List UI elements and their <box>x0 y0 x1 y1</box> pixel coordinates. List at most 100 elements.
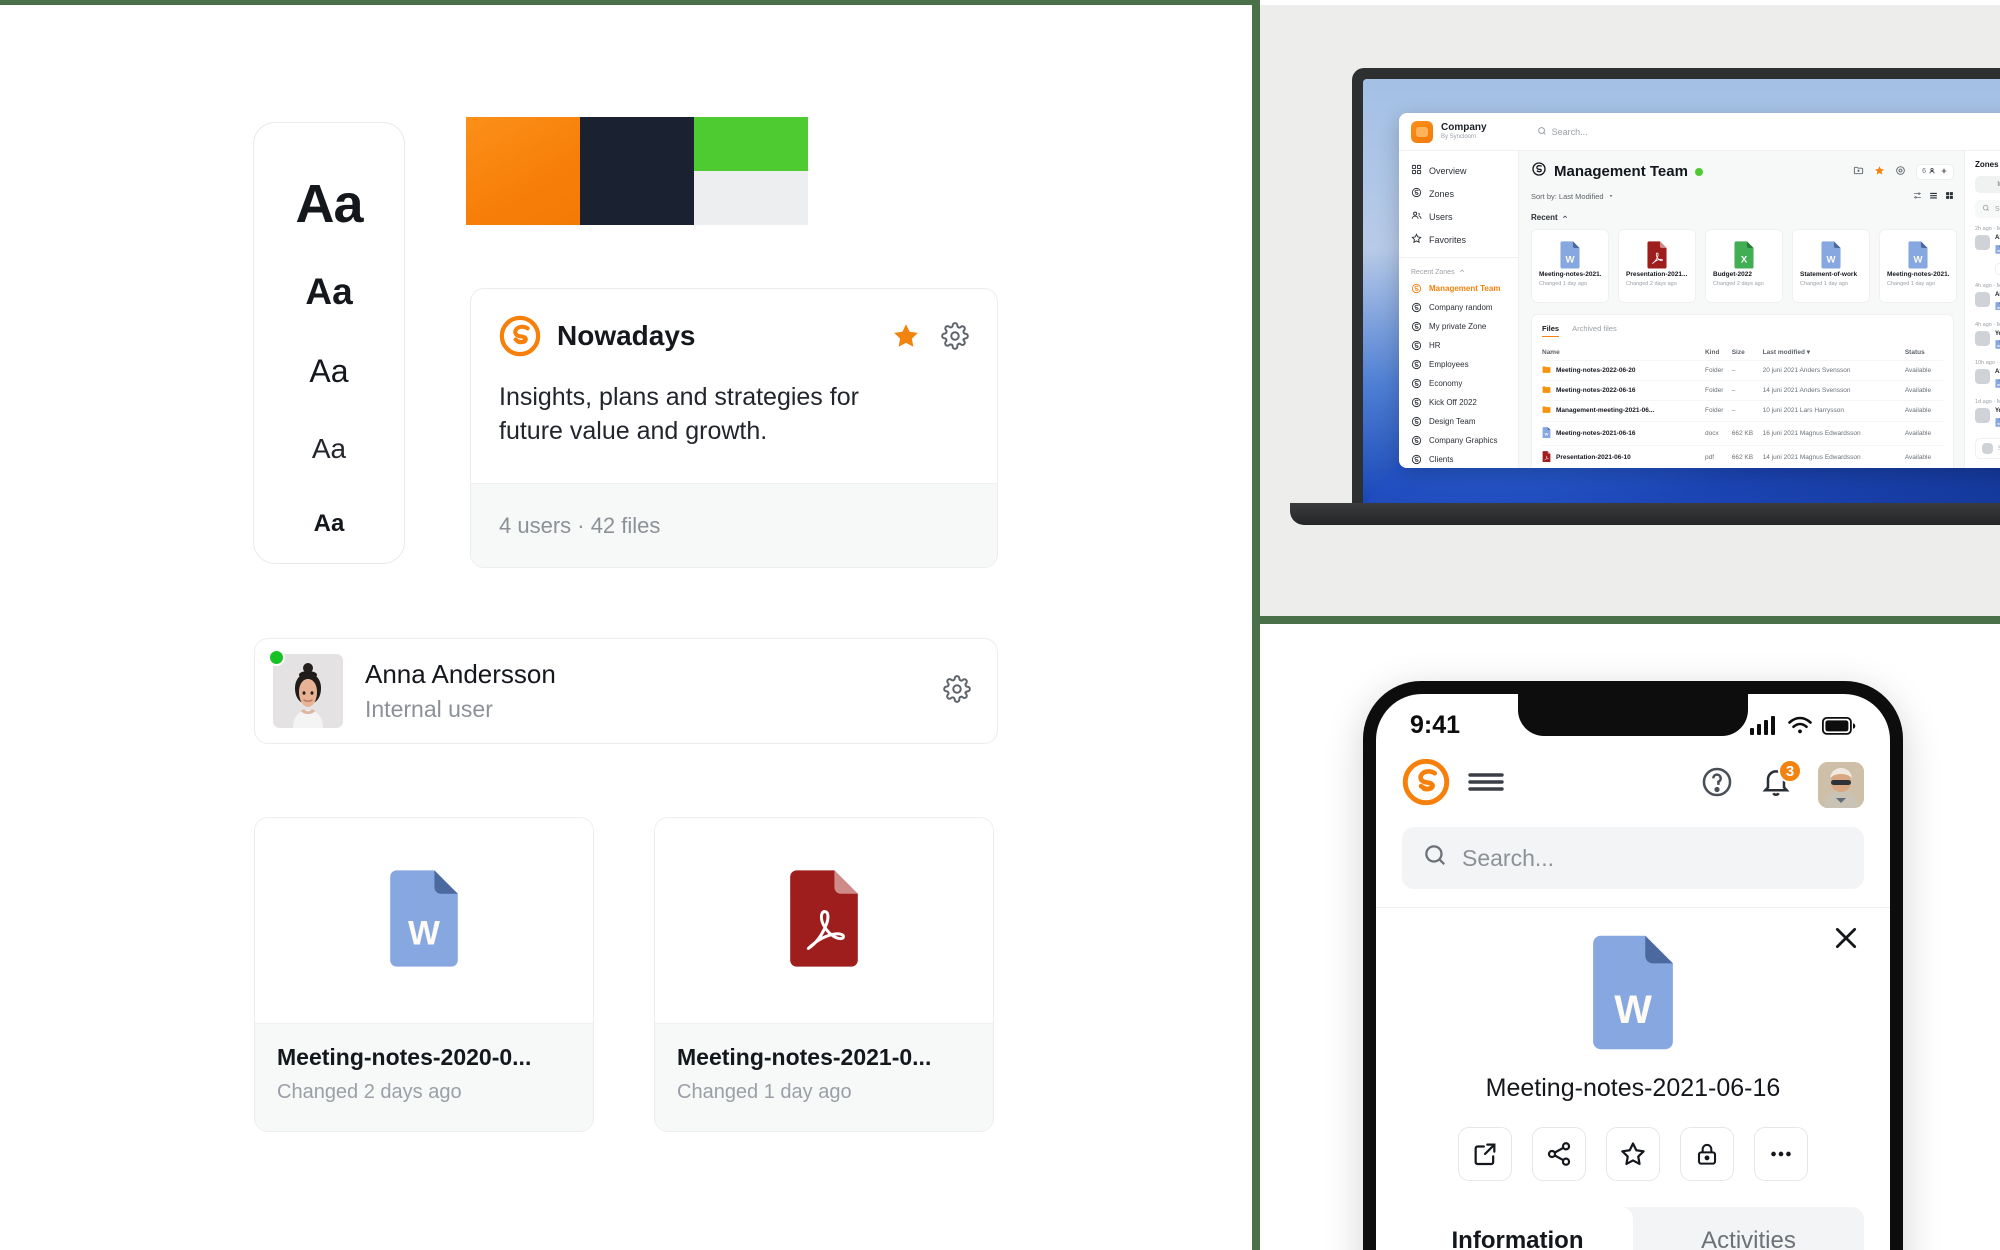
notifications-bell[interactable]: 3 <box>1760 759 1802 803</box>
tab-information[interactable]: Information <box>1402 1207 1633 1250</box>
sidebar-zone-item[interactable]: My private Zone <box>1399 317 1518 336</box>
file-card[interactable]: W Meeting-notes-2020-0... Changed 2 days… <box>254 817 594 1132</box>
zone-card-header: Nowadays <box>499 315 969 357</box>
activity-row: Anders Hansson modified the file W Meeti… <box>1975 291 2000 314</box>
activity-item[interactable]: 4h ago · Management Team Anders Hansson … <box>1975 283 2000 314</box>
activity-item[interactable]: 4h ago · Management Team You modified th… <box>1975 322 2000 353</box>
activity-meta: 4h ago · Management Team <box>1975 321 2000 328</box>
table-column-header[interactable]: Name <box>1542 344 1705 361</box>
share-icon[interactable] <box>1532 1127 1586 1181</box>
activity-item[interactable]: 2h ago · Management Team Axel Andrén mod… <box>1975 226 2000 275</box>
star-icon[interactable] <box>891 321 921 351</box>
table-header-row: Name Kind Size Last modified ▾ Status <box>1542 344 1943 361</box>
sidebar-zone-item[interactable]: HR <box>1399 336 1518 355</box>
sidebar-zone-item[interactable]: Company Graphics <box>1399 431 1518 450</box>
sidebar-item-zones[interactable]: Zones <box>1399 182 1518 205</box>
recent-file-card[interactable]: Presentation-2021... Changed 2 days ago <box>1618 229 1696 303</box>
lock-icon[interactable] <box>1680 1127 1734 1181</box>
zone-icon <box>1411 283 1422 294</box>
activity-file[interactable]: W Meeting-notes-2021-06-... <box>1995 379 2000 391</box>
table-column-header[interactable]: Status <box>1905 344 1943 361</box>
add-member-icon[interactable] <box>1940 167 1948 177</box>
filter-icon[interactable] <box>1913 191 1922 202</box>
sidebar-zone-item[interactable]: Management Team <box>1399 279 1518 298</box>
user-meta: Anna Andersson Internal user <box>365 659 943 723</box>
svg-text:X: X <box>1741 254 1748 265</box>
activity-item[interactable]: 1d ago · Management Team You uploaded th… <box>1975 399 2000 430</box>
activity-file[interactable]: W Meeting-notes-2021-06-... <box>1995 301 2000 314</box>
syncloom-logo-icon[interactable] <box>1402 758 1450 811</box>
recent-file-card[interactable]: X Budget-2022 Changed 2 days ago <box>1705 229 1783 303</box>
members-chip[interactable]: 6 <box>1916 163 1954 180</box>
avatar[interactable] <box>1818 761 1864 808</box>
tab-activities[interactable]: Activities <box>1633 1207 1864 1250</box>
activity-meta: 10h ago · Management Team <box>1975 360 2000 367</box>
file-changed: Changed 2 days ago <box>1626 281 1677 287</box>
file-card[interactable]: Meeting-notes-2021-0... Changed 1 day ag… <box>654 817 994 1132</box>
chevron-up-icon[interactable] <box>1459 268 1465 276</box>
swatch-dark <box>580 117 694 225</box>
tab-information[interactable]: Information <box>1977 178 2000 191</box>
recent-file-card[interactable]: W Meeting-notes-2021... Changed 1 day ag… <box>1531 229 1609 303</box>
sidebar-item-overview[interactable]: Overview <box>1399 159 1518 182</box>
tab-archived-files[interactable]: Archived files <box>1572 324 1617 337</box>
activity-search[interactable]: Search... <box>1975 200 2000 218</box>
recent-file-card[interactable]: W Meeting-notes-2021... Changed 1 day ag… <box>1879 229 1957 303</box>
close-icon[interactable] <box>1830 922 1862 959</box>
activity-meta: 4h ago · Management Team <box>1975 282 2000 289</box>
table-column-header[interactable]: Last modified ▾ <box>1763 344 1905 361</box>
activity-file[interactable]: W Meeting-notes-2021-06-... <box>1995 244 2000 257</box>
table-column-header[interactable]: Kind <box>1705 344 1732 361</box>
sidebar-zone-item[interactable]: Clients <box>1399 450 1518 468</box>
chevron-down-icon[interactable] <box>1608 192 1614 201</box>
chevron-up-icon[interactable] <box>1562 213 1568 222</box>
sidebar-item-users[interactable]: Users <box>1399 205 1518 228</box>
list-view-icon[interactable] <box>1929 191 1938 202</box>
folder-add-icon[interactable] <box>1853 163 1864 181</box>
help-icon[interactable] <box>1700 765 1734 804</box>
grid-view-icon[interactable] <box>1945 191 1954 202</box>
tab-files[interactable]: Files <box>1542 324 1560 337</box>
activity-file[interactable]: W Meeting-notes-2021-06-... <box>1995 340 2000 352</box>
sidebar-zone-item[interactable]: Economy <box>1399 374 1518 393</box>
desktop-search[interactable]: Search... <box>1537 126 1588 138</box>
zone-card[interactable]: Nowadays Insights, plans and strategies … <box>470 288 998 568</box>
more-icon[interactable] <box>1754 1127 1808 1181</box>
mobile-search-input[interactable]: Search... <box>1402 827 1864 889</box>
sidebar-zone-item[interactable]: Employees <box>1399 355 1518 374</box>
table-row[interactable]: Presentation-2021-06-10 pdf 662 KB 14 ju… <box>1542 444 1943 468</box>
sidebar-zone-item[interactable]: Company random <box>1399 298 1518 317</box>
activity-item[interactable]: 10h ago · Management Team Axel Andrén le… <box>1975 360 2000 391</box>
table-row[interactable]: Meeting-notes-2022-06-20 Folder – 20 jun… <box>1542 359 1943 381</box>
cell-modified: 14 juni 2021 Magnus Edwardsson <box>1762 444 1905 468</box>
table-row[interactable]: W Meeting-notes-2021-06-16 docx 662 KB 16… <box>1542 420 1943 446</box>
star-icon[interactable] <box>1874 163 1885 181</box>
send-message-bar[interactable]: Send a message... <box>1975 438 2000 460</box>
mobile-file-name: Meeting-notes-2021-06-16 <box>1485 1074 1781 1102</box>
table-column-header[interactable]: Size <box>1732 344 1763 361</box>
files-table: Name Kind Size Last modified ▾ Status Meetin… <box>1542 344 1943 468</box>
table-row[interactable]: Management-meeting-2021-06... Folder – 1… <box>1542 400 1943 422</box>
cell-kind: Folder <box>1704 359 1732 381</box>
design-showcase-stage: Aa Aa Aa Aa Aa Nowadays Insights, plans … <box>0 0 2000 1250</box>
activity-file[interactable]: W Meeting-notes-2021-06-... <box>1995 418 2000 430</box>
laptop-base <box>1290 503 2000 525</box>
user-card[interactable]: Anna Andersson Internal user <box>254 638 998 744</box>
gear-icon[interactable] <box>943 674 971 708</box>
brand-text: Company By Syncloom <box>1441 123 1487 140</box>
zone-icon <box>1411 321 1422 332</box>
hamburger-menu-icon[interactable] <box>1466 767 1506 802</box>
star-outline-icon[interactable] <box>1606 1127 1660 1181</box>
sort-label[interactable]: Sort by: Last Modified <box>1531 192 1604 201</box>
sidebar-zone-item[interactable]: Design Team <box>1399 412 1518 431</box>
recent-file-card[interactable]: W Statement-of-work Changed 1 day ago <box>1792 229 1870 303</box>
sidebar-item-favorites[interactable]: Favorites <box>1399 228 1518 251</box>
gear-icon[interactable] <box>941 322 969 350</box>
activity-replies[interactable]: 3 replies <box>1995 262 2000 275</box>
sidebar-zone-item[interactable]: Kick Off 2022 <box>1399 393 1518 412</box>
open-external-icon[interactable] <box>1458 1127 1512 1181</box>
activity-user: Anders Hansson <box>1995 291 2000 298</box>
desktop-app-window: Company By Syncloom Search... Overview Z… <box>1399 113 2000 468</box>
gear-icon[interactable] <box>1895 163 1906 181</box>
table-row[interactable]: Meeting-notes-2022-06-16 Folder – 14 jun… <box>1542 380 1943 401</box>
